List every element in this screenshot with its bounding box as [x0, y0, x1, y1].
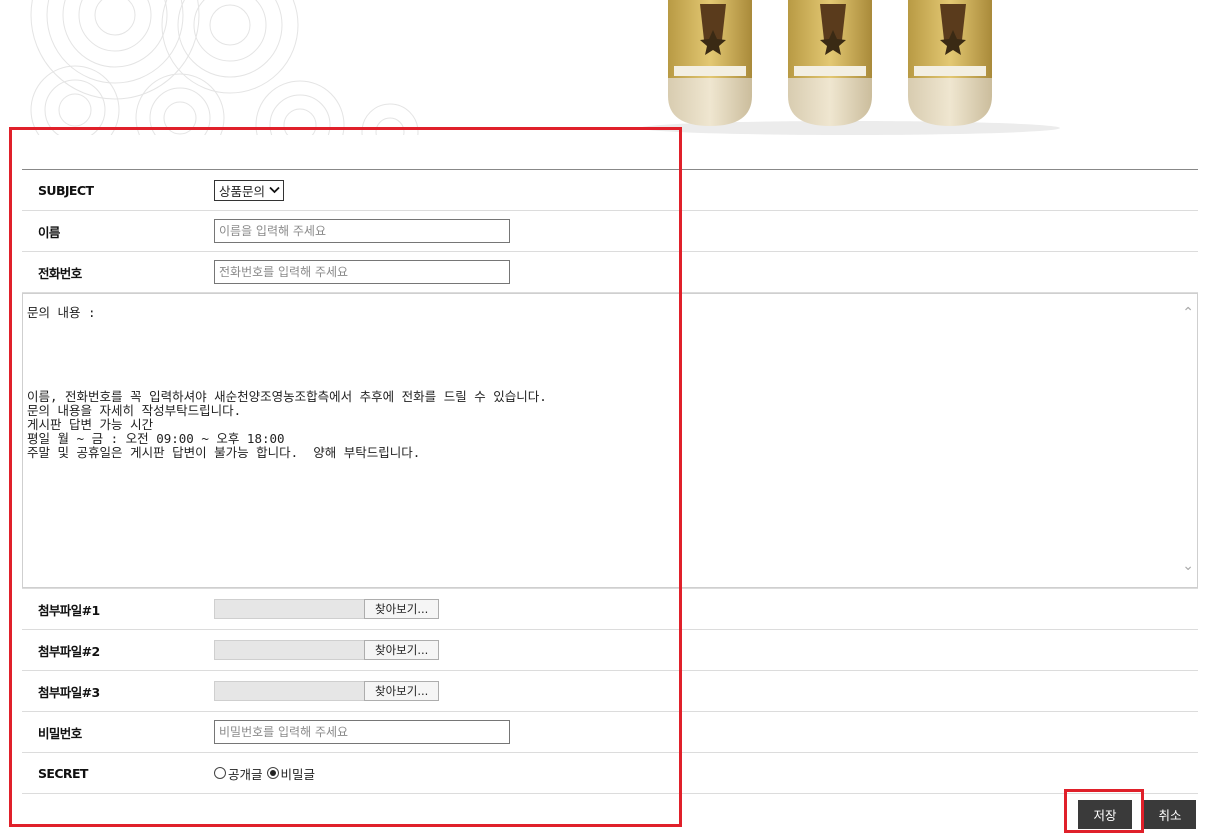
private-radio-label: 비밀글: [280, 766, 316, 782]
decorative-pattern: [0, 0, 480, 135]
file-input-3[interactable]: 찾아보기...: [214, 681, 440, 701]
name-label: 이름: [38, 224, 60, 240]
inquiry-form: SUBJECT 상품문의 이름 전화번호 ⌃ ⌄ 첨부파일#1: [22, 169, 1198, 794]
subject-selected-value: 상품문의: [219, 183, 266, 199]
radio-checked-icon: [266, 767, 279, 779]
password-row: 비밀번호: [22, 712, 1198, 753]
product-bottles-image: [640, 0, 1060, 135]
phone-row: 전화번호: [22, 252, 1198, 293]
attachment-row-2: 첨부파일#2 찾아보기...: [22, 630, 1198, 671]
name-input[interactable]: [214, 219, 510, 243]
subject-select[interactable]: 상품문의: [214, 179, 285, 201]
cancel-button[interactable]: 취소: [1144, 800, 1196, 829]
browse-button[interactable]: 찾아보기...: [364, 681, 440, 701]
file-path-field[interactable]: [214, 681, 364, 701]
subject-row: SUBJECT 상품문의: [22, 170, 1198, 211]
radio-unchecked-icon: [214, 767, 226, 779]
content-row: ⌃ ⌄: [22, 293, 1198, 589]
subject-label: SUBJECT: [38, 182, 94, 198]
private-radio[interactable]: 비밀글: [266, 764, 316, 783]
password-input[interactable]: [214, 720, 510, 744]
secret-row: SECRET 공개글 비밀글: [22, 753, 1198, 794]
attachment-label-1: 첨부파일#1: [38, 602, 100, 618]
attachment-label-2: 첨부파일#2: [38, 643, 100, 659]
public-radio-label: 공개글: [228, 766, 263, 782]
file-input-1[interactable]: 찾아보기...: [214, 599, 440, 619]
attachment-row-1: 첨부파일#1 찾아보기...: [22, 589, 1198, 630]
secret-label: SECRET: [38, 765, 88, 781]
browse-button[interactable]: 찾아보기...: [364, 599, 440, 619]
name-row: 이름: [22, 211, 1198, 252]
file-input-2[interactable]: 찾아보기...: [214, 640, 440, 660]
secret-radio-group: 공개글 비밀글: [214, 764, 315, 783]
scroll-down-icon[interactable]: ⌄: [1182, 558, 1194, 574]
phone-input[interactable]: [214, 260, 510, 284]
public-radio[interactable]: 공개글: [214, 764, 263, 783]
attachment-label-3: 첨부파일#3: [38, 684, 100, 700]
password-label: 비밀번호: [38, 725, 82, 741]
file-path-field[interactable]: [214, 640, 364, 660]
file-path-field[interactable]: [214, 599, 364, 619]
save-button[interactable]: 저장: [1078, 800, 1132, 829]
content-textarea[interactable]: [22, 293, 1198, 588]
chevron-down-icon: [269, 186, 280, 194]
phone-label: 전화번호: [38, 265, 82, 281]
browse-button[interactable]: 찾아보기...: [364, 640, 440, 660]
attachment-row-3: 첨부파일#3 찾아보기...: [22, 671, 1198, 712]
scroll-up-icon[interactable]: ⌃: [1182, 305, 1194, 321]
